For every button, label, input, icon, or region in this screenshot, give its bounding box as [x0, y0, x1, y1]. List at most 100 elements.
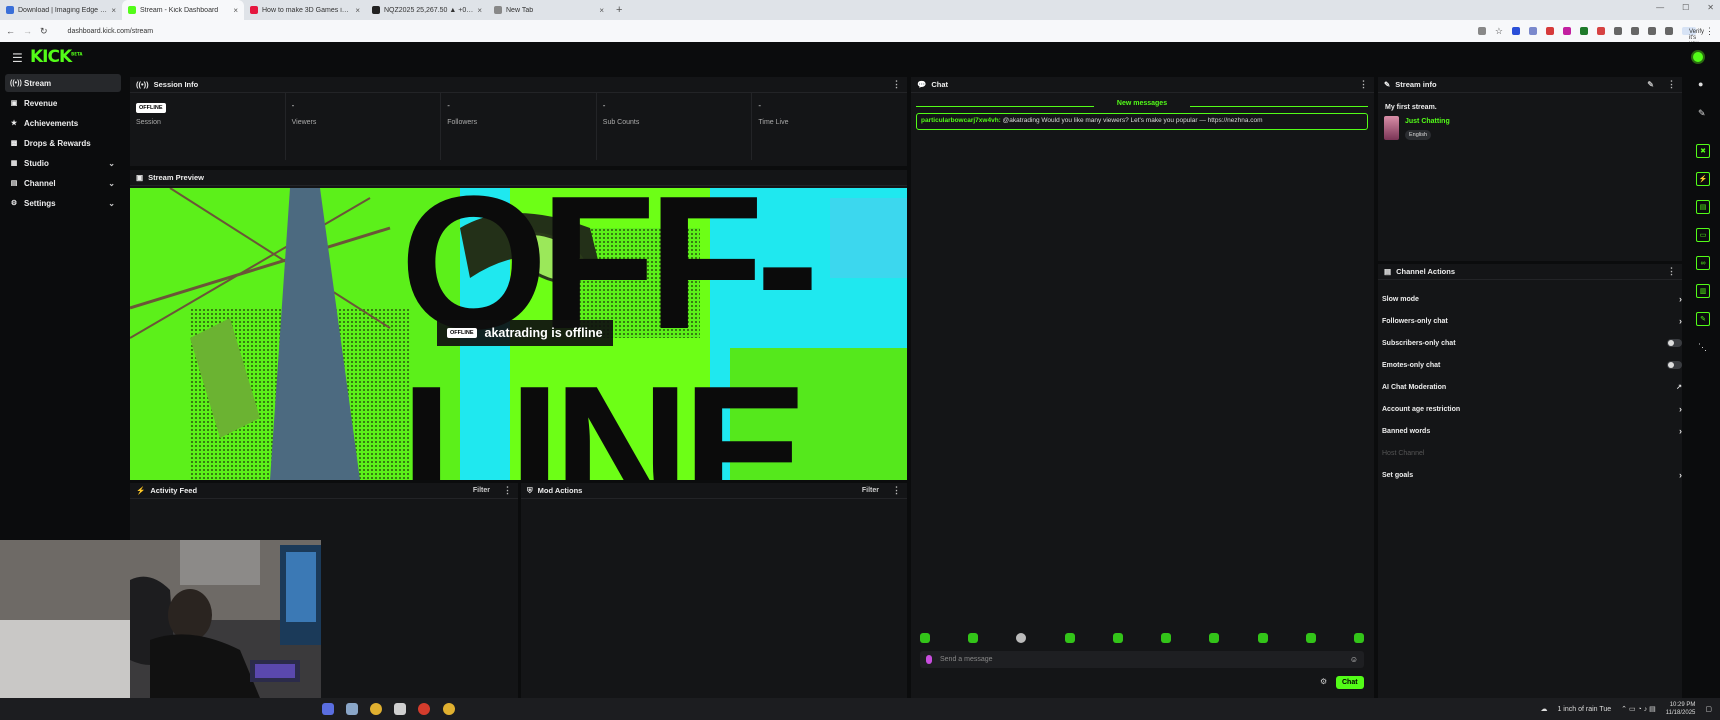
chevron-right-icon[interactable]: ›: [1679, 426, 1682, 436]
puzzle-icon[interactable]: [1614, 27, 1622, 35]
chat-message[interactable]: particularbowcarj7xw4vh: @akatrading Wou…: [916, 113, 1368, 130]
emote-icon[interactable]: [968, 633, 979, 643]
sidebar-item-channel[interactable]: ▤ Channel ⌄: [5, 174, 121, 192]
extension-icon[interactable]: [1512, 27, 1520, 35]
channel-action-account-age-restriction[interactable]: Account age restriction ›: [1382, 401, 1682, 417]
emote-icon[interactable]: [1305, 633, 1316, 643]
channel-action-set-goals[interactable]: Set goals ›: [1382, 467, 1682, 483]
clock[interactable]: 10:29 PM 11/18/2025: [1666, 701, 1696, 717]
reload-icon[interactable]: ↻: [40, 26, 48, 37]
channel-action-subscribers-only-chat[interactable]: Subscribers-only chat: [1382, 335, 1682, 351]
more-options-icon[interactable]: ⋮: [1359, 79, 1368, 90]
external-link-icon[interactable]: ↗: [1676, 383, 1682, 391]
channel-action-ai-chat-moderation[interactable]: AI Chat Moderation ↗: [1382, 379, 1682, 395]
more-options-icon[interactable]: ⋮: [1667, 79, 1676, 90]
app-icon[interactable]: [394, 703, 406, 715]
bolt-icon[interactable]: ⚡: [1696, 172, 1710, 186]
send-chat-button[interactable]: Chat: [1336, 676, 1364, 689]
close-tab-icon[interactable]: ×: [233, 6, 238, 15]
browser-tab[interactable]: How to make 3D Games in Go... ×: [244, 0, 366, 20]
chat-username[interactable]: particularbowcarj7xw4vh:: [921, 117, 1001, 124]
emote-icon[interactable]: [1161, 633, 1172, 643]
download-icon[interactable]: [1648, 27, 1656, 35]
edit-icon[interactable]: ✎: [1647, 80, 1654, 89]
new-tab-button[interactable]: +: [610, 4, 628, 16]
close-tab-icon[interactable]: ×: [355, 6, 360, 15]
back-icon[interactable]: ←: [6, 26, 15, 36]
sidebar-item-revenue[interactable]: ▣ Revenue: [5, 94, 121, 112]
more-options-icon[interactable]: ⋮: [1667, 266, 1676, 277]
stream-preview-image[interactable]: OFF- LINE OFFLINE akatrading is offline: [130, 188, 907, 480]
link-icon[interactable]: ∞: [1696, 256, 1710, 270]
menu-icon[interactable]: ☰: [12, 51, 23, 65]
raid-icon[interactable]: ✖: [1696, 144, 1710, 158]
chevron-right-icon[interactable]: ›: [1679, 316, 1682, 326]
stream-category[interactable]: Just Chatting: [1405, 118, 1450, 125]
extension-icon[interactable]: [1580, 27, 1588, 35]
sidebar-item-settings[interactable]: ⚙ Settings ⌄: [5, 194, 121, 212]
sidebar-item-stream[interactable]: ((•)) Stream: [5, 74, 121, 92]
notes-icon[interactable]: ▤: [1696, 200, 1710, 214]
emote-icon[interactable]: [1064, 633, 1075, 643]
more-options-icon[interactable]: ⋮: [503, 485, 512, 496]
chevron-down-icon[interactable]: ⌄: [108, 199, 115, 208]
emote-icon[interactable]: [1112, 633, 1123, 643]
extension-icon[interactable]: [1597, 27, 1605, 35]
verify-button[interactable]: Verify it's you: [1682, 27, 1704, 47]
filter-button[interactable]: Filter: [473, 487, 490, 494]
channel-action-slow-mode[interactable]: Slow mode ›: [1382, 291, 1682, 307]
obs-icon[interactable]: [418, 703, 430, 715]
chevron-right-icon[interactable]: ›: [1679, 294, 1682, 304]
browser-tab[interactable]: New Tab ×: [488, 0, 610, 20]
profile-icon[interactable]: [1665, 27, 1673, 35]
avatar[interactable]: [1691, 50, 1705, 64]
chat-icon[interactable]: ▭: [1696, 228, 1710, 242]
app-icon[interactable]: [322, 703, 334, 715]
wrench-icon[interactable]: ✎: [1696, 312, 1710, 326]
emote-icon[interactable]: [1353, 633, 1364, 643]
close-tab-icon[interactable]: ×: [599, 6, 604, 15]
kick-logo[interactable]: KICKBETA: [30, 47, 82, 67]
extension-icon[interactable]: [1529, 27, 1537, 35]
filter-button[interactable]: Filter: [862, 487, 879, 494]
chat-settings-icon[interactable]: ⚙: [1320, 677, 1327, 686]
emote-icon[interactable]: [920, 633, 930, 643]
category-thumbnail[interactable]: [1384, 116, 1399, 140]
chevron-right-icon[interactable]: ›: [1679, 404, 1682, 414]
weather-text[interactable]: 1 inch of rain Tue: [1557, 706, 1611, 713]
channel-icon[interactable]: ▥: [1696, 284, 1710, 298]
close-tab-icon[interactable]: ×: [477, 6, 482, 15]
chrome-icon[interactable]: [370, 703, 382, 715]
emote-icon[interactable]: [1257, 633, 1268, 643]
channel-action-banned-words[interactable]: Banned words ›: [1382, 423, 1682, 439]
tray-icons[interactable]: ⌃ ▭ ◔ ♪ ▤: [1621, 705, 1656, 713]
chevron-right-icon[interactable]: ›: [1679, 470, 1682, 480]
browser-tab[interactable]: NQZ2025 25,267.50 ▲ +0.48% ... ×: [366, 0, 488, 20]
chevron-down-icon[interactable]: ⌄: [108, 159, 115, 168]
forward-icon[interactable]: →: [23, 26, 32, 36]
new-messages-divider[interactable]: New messages: [916, 100, 1368, 107]
browser-tab[interactable]: Stream - Kick Dashboard ×: [122, 0, 244, 20]
key-icon[interactable]: [1477, 27, 1486, 35]
channel-action-emotes-only-chat[interactable]: Emotes-only chat: [1382, 357, 1682, 373]
close-tab-icon[interactable]: ×: [111, 6, 116, 15]
extension-icon[interactable]: [1546, 27, 1554, 35]
chrome-icon[interactable]: [443, 703, 455, 715]
sidebar-item-studio[interactable]: ▦ Studio ⌄: [5, 154, 121, 172]
record-icon[interactable]: ●: [1698, 79, 1703, 89]
more-options-icon[interactable]: ⋮: [892, 79, 901, 90]
chat-identity-icon[interactable]: [926, 655, 932, 664]
emoji-icon[interactable]: ☺: [1350, 655, 1358, 664]
sidepanel-icon[interactable]: [1631, 27, 1639, 35]
star-icon[interactable]: ☆: [1495, 26, 1503, 37]
channel-action-followers-only-chat[interactable]: Followers-only chat ›: [1382, 313, 1682, 329]
close-window-icon[interactable]: ✕: [1707, 3, 1714, 12]
chevron-down-icon[interactable]: ⌄: [108, 179, 115, 188]
sidebar-item-drops-rewards[interactable]: ▩ Drops & Rewards: [5, 134, 121, 152]
maximize-icon[interactable]: ☐: [1682, 3, 1689, 12]
toggle-switch[interactable]: [1667, 361, 1682, 369]
chat-input[interactable]: Send a message ☺: [920, 651, 1364, 668]
browser-menu-icon[interactable]: ⋮: [1705, 26, 1714, 37]
more-options-icon[interactable]: ⋮: [892, 485, 901, 496]
edit-icon[interactable]: ✎: [1698, 108, 1706, 119]
